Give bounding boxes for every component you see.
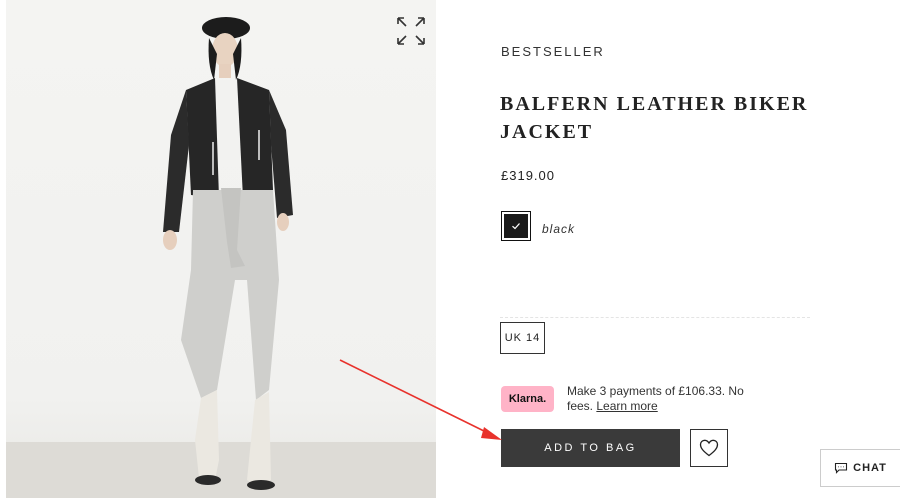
expand-icon[interactable] bbox=[394, 14, 428, 48]
bestseller-tag: BESTSELLER bbox=[501, 44, 605, 59]
color-swatch-black[interactable] bbox=[501, 211, 531, 241]
wishlist-button[interactable] bbox=[690, 429, 728, 467]
add-to-bag-button[interactable]: ADD TO BAG bbox=[501, 429, 680, 467]
color-name: black bbox=[542, 222, 576, 236]
klarna-logo: Klarna. bbox=[501, 386, 554, 412]
model-figure bbox=[163, 17, 293, 490]
chat-label: CHAT bbox=[853, 462, 887, 474]
klarna-message: Make 3 payments of £106.33. No fees. Lea… bbox=[567, 384, 757, 414]
product-title: BALFERN LEATHER BIKER JACKET bbox=[500, 93, 809, 143]
heart-icon bbox=[699, 439, 719, 457]
chat-bubble-icon bbox=[835, 462, 848, 474]
check-icon bbox=[512, 223, 520, 230]
size-option-selected[interactable]: UK 14 bbox=[500, 322, 545, 354]
product-price: £319.00 bbox=[501, 168, 555, 183]
section-divider bbox=[500, 317, 810, 318]
learn-more-link[interactable]: Learn more bbox=[596, 399, 657, 413]
product-image[interactable] bbox=[6, 0, 436, 498]
color-swatch-fill bbox=[504, 214, 528, 238]
chat-button[interactable]: CHAT bbox=[820, 449, 900, 487]
